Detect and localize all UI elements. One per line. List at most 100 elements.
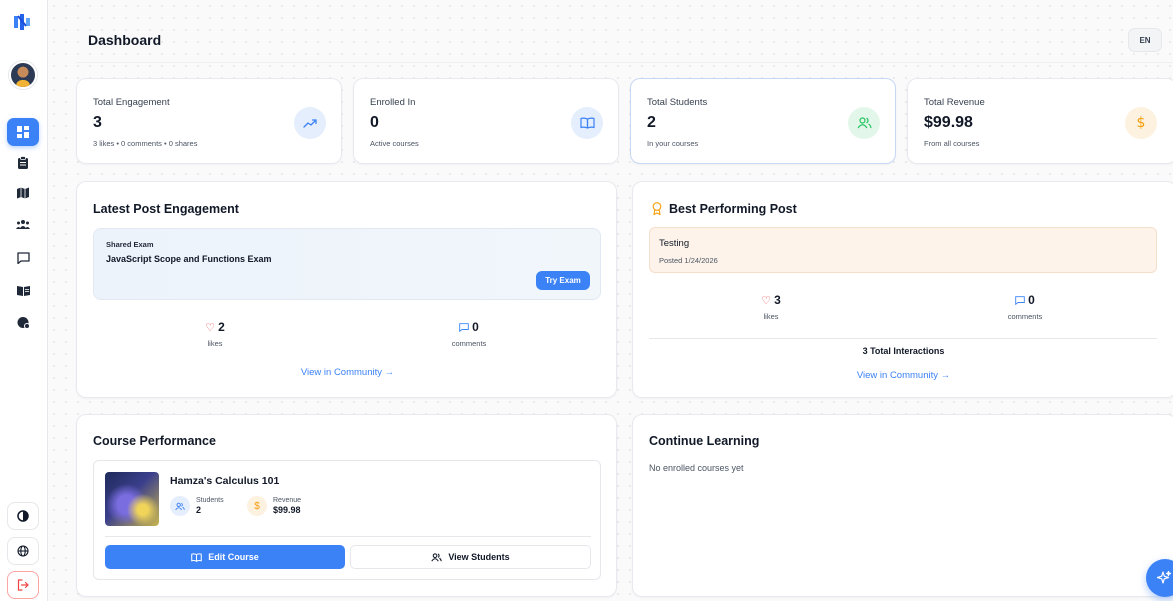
dollar-icon: $ <box>247 496 267 516</box>
language-selector[interactable]: EN <box>1128 28 1162 52</box>
card-title: Continue Learning <box>649 434 760 448</box>
dollar-icon: $ <box>1125 107 1157 139</box>
course-thumbnail[interactable] <box>105 472 159 526</box>
likes-label: likes <box>207 339 223 348</box>
total-interactions: 3 Total Interactions <box>862 346 945 356</box>
stat-label: Total Revenue <box>924 97 985 108</box>
best-post-box[interactable]: Testing Posted 1/24/2026 <box>649 227 1157 273</box>
map-icon <box>17 187 29 199</box>
book-open-icon <box>191 552 203 562</box>
page-title: Dashboard <box>88 32 162 48</box>
students-value: 2 <box>196 505 202 515</box>
theme-toggle[interactable] <box>7 502 39 530</box>
stat-subtext: From all courses <box>924 139 980 148</box>
course-item: Hamza's Calculus 101 Students 2 $ Revenu… <box>93 460 601 580</box>
language-button[interactable] <box>7 537 39 565</box>
likes-count: 3 <box>774 293 781 307</box>
view-students-button[interactable]: View Students <box>350 545 591 569</box>
try-exam-button[interactable]: Try Exam <box>536 271 590 290</box>
comments-metric: 0 comments <box>419 320 519 348</box>
comments-count: 0 <box>472 320 479 334</box>
likes-count: 2 <box>218 320 225 334</box>
stat-card-students: Total Students 2 In your courses <box>630 78 896 164</box>
stat-card-revenue: Total Revenue $99.98 From all courses $ <box>907 78 1173 164</box>
users-icon <box>16 220 30 229</box>
clipboard-icon <box>18 155 28 169</box>
users-icon <box>431 552 443 561</box>
continue-learning-card: Continue Learning No enrolled courses ye… <box>632 414 1173 597</box>
comments-count: 0 <box>1028 293 1035 307</box>
sidebar-item-library[interactable] <box>7 276 39 304</box>
sidebar-item-messages[interactable] <box>7 244 39 272</box>
comment-icon <box>1015 295 1025 305</box>
view-students-label: View Students <box>448 552 510 562</box>
stat-subtext: Active courses <box>370 139 419 148</box>
sidebar-item-community[interactable] <box>7 211 39 239</box>
stat-subtext: 3 likes • 0 comments • 0 shares <box>93 139 198 148</box>
stat-label: Total Students <box>647 97 708 108</box>
stat-label: Total Engagement <box>93 97 170 108</box>
stat-value: $99.98 <box>924 114 973 131</box>
logout-button[interactable] <box>7 571 39 599</box>
revenue-value: $99.98 <box>273 505 301 515</box>
likes-metric: ♡ 3 likes <box>721 293 821 321</box>
course-performance-card: Course Performance Hamza's Calculus 101 … <box>76 414 617 597</box>
dashboard-icon <box>17 126 29 138</box>
view-in-community-link[interactable]: View in Community → <box>77 367 618 378</box>
sidebar-item-clipboard[interactable] <box>7 148 39 176</box>
likes-label: likes <box>763 312 779 321</box>
exam-tag: Shared Exam <box>106 240 154 249</box>
exam-title: JavaScript Scope and Functions Exam <box>106 254 272 264</box>
users-icon <box>848 107 880 139</box>
logout-icon <box>17 579 29 591</box>
book-open-icon <box>571 107 603 139</box>
stat-subtext: In your courses <box>647 139 699 148</box>
likes-metric: ♡ 2 likes <box>165 320 265 348</box>
stat-value: 3 <box>93 114 102 131</box>
sparkles-icon <box>1156 570 1172 584</box>
divider <box>105 536 591 537</box>
course-name[interactable]: Hamza's Calculus 101 <box>170 475 279 487</box>
users-icon <box>170 496 190 516</box>
header-divider <box>76 62 1173 63</box>
shared-exam-box: Shared Exam JavaScript Scope and Functio… <box>93 228 601 300</box>
stat-card-enrolled: Enrolled In 0 Active courses <box>353 78 619 164</box>
sidebar-item-dashboard[interactable] <box>7 118 39 146</box>
card-title: Best Performing Post <box>669 202 797 216</box>
comments-metric: 0 comments <box>975 293 1075 321</box>
comments-label: comments <box>1007 312 1043 321</box>
card-title: Latest Post Engagement <box>93 202 239 216</box>
students-label: Students <box>196 497 224 504</box>
post-date: Posted 1/24/2026 <box>659 256 718 265</box>
stat-value: 2 <box>647 114 656 131</box>
post-title: Testing <box>659 238 690 249</box>
award-icon <box>652 202 662 215</box>
card-title: Course Performance <box>93 434 216 448</box>
edit-course-label: Edit Course <box>208 552 259 562</box>
edit-course-button[interactable]: Edit Course <box>105 545 345 569</box>
empty-state-text: No enrolled courses yet <box>649 463 744 473</box>
stat-value: 0 <box>370 114 379 131</box>
avatar[interactable] <box>9 61 37 89</box>
sidebar-item-shield[interactable] <box>7 308 39 336</box>
trending-up-icon <box>294 107 326 139</box>
theme-icon <box>17 510 29 522</box>
logo-icon <box>14 14 30 30</box>
revenue-label: Revenue <box>273 497 302 504</box>
students-stat: Students 2 <box>170 496 224 516</box>
stat-card-engagement: Total Engagement 3 3 likes • 0 comments … <box>76 78 342 164</box>
view-in-community-link[interactable]: View in Community → <box>633 370 1173 381</box>
stat-label: Enrolled In <box>370 97 416 108</box>
shield-icon <box>17 316 30 329</box>
sidebar <box>0 0 48 601</box>
revenue-stat: $ Revenue $99.98 <box>247 496 301 516</box>
book-open-icon <box>16 285 30 296</box>
divider <box>649 338 1157 339</box>
sidebar-item-map[interactable] <box>7 179 39 207</box>
comment-icon <box>459 322 469 332</box>
latest-post-card: Latest Post Engagement Shared Exam JavaS… <box>76 181 617 398</box>
globe-icon <box>17 545 29 557</box>
comments-label: comments <box>451 339 487 348</box>
heart-icon: ♡ <box>205 321 216 334</box>
best-post-card: Best Performing Post Testing Posted 1/24… <box>632 181 1173 398</box>
